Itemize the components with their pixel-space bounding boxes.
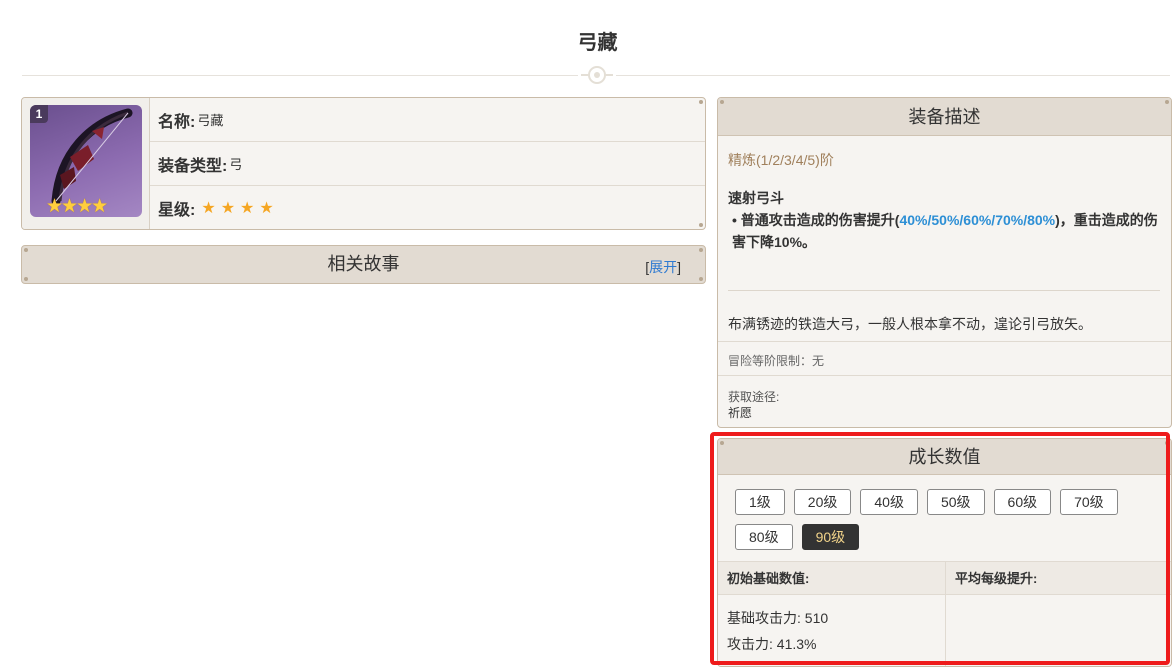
- row-divider: [718, 341, 1171, 342]
- corner-dot: [1165, 441, 1169, 445]
- col-average-header: 平均每级提升:: [955, 571, 1038, 586]
- growth-header: 成长数值: [718, 439, 1171, 475]
- skill-text-before: 普通攻击造成的伤害提升(: [740, 212, 900, 228]
- info-row-rarity: 星级: ★ ★ ★ ★: [150, 186, 705, 229]
- rank-badge: 1: [30, 105, 48, 123]
- stat-table-body: 基础攻击力: 510 攻击力: 41.3%: [718, 595, 1171, 666]
- bracket-close: ]: [677, 259, 681, 275]
- star-icon: ★: [220, 200, 236, 217]
- weapon-info-card: 1 ★★★★ 名称: 弓藏 装备类型: 弓 星级: ★ ★ ★ ★: [21, 97, 706, 230]
- story-toggle: [展开]: [645, 257, 681, 277]
- skill-text: • 普通攻击造成的伤害提升(40%/50%/60%/70%/80%)，重击造成的…: [732, 209, 1162, 253]
- name-value: 弓藏: [197, 113, 224, 128]
- star-icon: ★: [240, 200, 255, 217]
- description-panel: 装备描述 精炼(1/2/3/4/5)阶 速射弓斗 • 普通攻击造成的伤害提升(4…: [717, 97, 1172, 428]
- stat-table-header: 初始基础数值: 平均每级提升:: [718, 561, 1171, 595]
- type-value: 弓: [229, 157, 243, 172]
- skill-bullet: •: [732, 212, 737, 228]
- level-button[interactable]: 1级: [735, 489, 785, 515]
- rarity-stars: ★ ★ ★ ★: [201, 198, 273, 218]
- info-row-name: 名称: 弓藏: [150, 98, 705, 142]
- page-title: 弓藏: [577, 32, 618, 54]
- base-atk-stat: 基础攻击力: 510: [727, 610, 829, 626]
- atk-stat: 攻击力: 41.3%: [727, 636, 817, 652]
- obtain-value: 祈愿: [728, 406, 753, 420]
- refine-label: 精炼(1/2/3/4/5)阶: [728, 152, 834, 168]
- weapon-image: 1 ★★★★: [30, 105, 142, 217]
- image-rarity-stars: ★★★★: [46, 196, 108, 217]
- level-button[interactable]: 40级: [860, 489, 918, 515]
- level-button[interactable]: 50级: [926, 489, 985, 515]
- story-section: 相关故事 [展开]: [21, 245, 706, 284]
- level-button[interactable]: 90级: [801, 524, 860, 550]
- star-icon: ★: [259, 200, 274, 217]
- lore-text: 布满锈迹的铁造大弓，一般人根本拿不动，遑论引弓放矢。: [728, 316, 1092, 332]
- description-divider: [728, 290, 1160, 291]
- level-button[interactable]: 60级: [993, 489, 1052, 515]
- corner-dot: [720, 441, 724, 445]
- average-stats-cell: [946, 595, 1171, 666]
- row-divider: [718, 375, 1171, 376]
- stat-table: 初始基础数值: 平均每级提升: 基础攻击力: 510 攻击力: 41.3%: [718, 561, 1171, 666]
- level-button[interactable]: 20级: [793, 489, 852, 515]
- initial-stats-cell: 基础攻击力: 510 攻击力: 41.3%: [718, 595, 946, 666]
- description-header: 装备描述: [718, 98, 1171, 136]
- expand-link[interactable]: 展开: [649, 259, 677, 275]
- divider-ornament-icon: [578, 62, 616, 88]
- rarity-label: 星级:: [158, 202, 196, 219]
- star-icon: ★: [201, 200, 216, 217]
- skill-name: 速射弓斗: [728, 190, 784, 206]
- level-button[interactable]: 70级: [1060, 489, 1118, 515]
- level-buttons: 1级 20级 40级 50级 60级 70级 80级 90级: [735, 489, 1155, 550]
- obtain-label: 获取途径:: [728, 390, 780, 404]
- type-label: 装备类型:: [158, 157, 228, 175]
- growth-panel: 成长数值 1级 20级 40级 50级 60级 70级 80级 90级 初始基础数值: 平均每…: [717, 438, 1172, 667]
- story-title: 相关故事: [327, 254, 400, 274]
- col-initial-header: 初始基础数值:: [718, 562, 946, 594]
- adventure-rank-limit: 冒险等阶限制：无: [728, 354, 825, 368]
- corner-dot: [1165, 100, 1169, 104]
- weapon-icon-cell: 1 ★★★★: [22, 98, 150, 229]
- name-label: 名称:: [158, 113, 196, 131]
- level-button[interactable]: 80级: [735, 524, 793, 550]
- skill-values: 40%/50%/60%/70%/80%: [899, 212, 1056, 228]
- corner-dot: [720, 100, 724, 104]
- info-row-type: 装备类型: 弓: [150, 142, 705, 186]
